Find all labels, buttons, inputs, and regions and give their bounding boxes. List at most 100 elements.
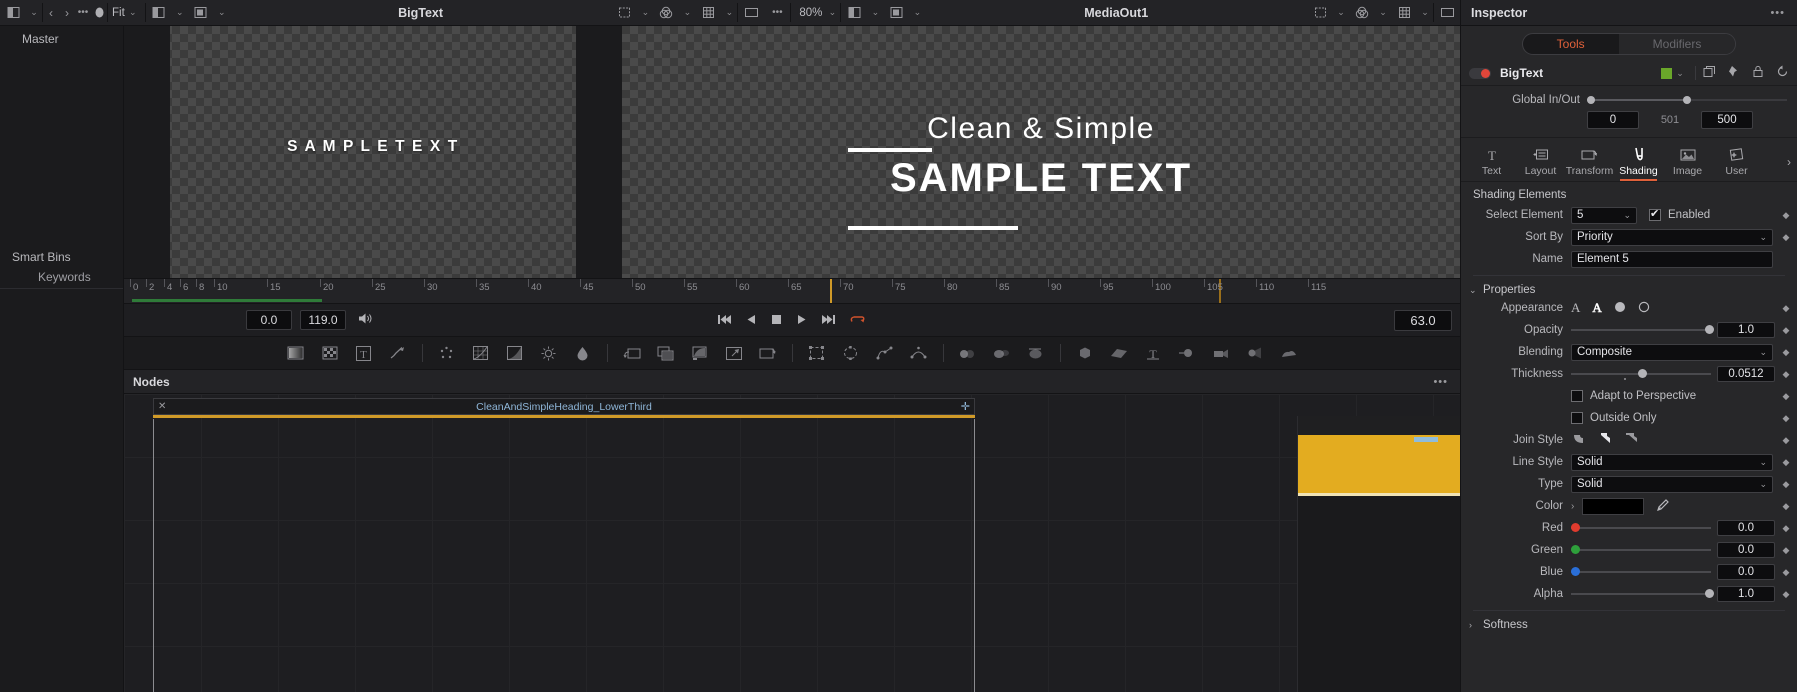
outside-only-checkbox[interactable] xyxy=(1571,412,1583,424)
global-out-handle[interactable] xyxy=(1683,96,1691,104)
alpha-slider[interactable] xyxy=(1571,587,1715,601)
keyframe-diamond-icon[interactable]: ◆ xyxy=(1775,457,1797,468)
merge-3d-icon[interactable] xyxy=(1170,341,1204,365)
chevron-down-icon[interactable]: ⌄ xyxy=(1417,0,1433,25)
sort-by-dropdown[interactable]: Priority ⌄ xyxy=(1571,228,1773,246)
tab-tools[interactable]: Tools xyxy=(1522,34,1619,54)
keyframe-diamond-icon[interactable]: ◆ xyxy=(1775,567,1797,578)
color-swatch[interactable] xyxy=(1582,497,1645,515)
chevron-down-icon[interactable]: ⌄ xyxy=(909,0,925,25)
red-field[interactable]: 0.0 xyxy=(1717,520,1775,536)
thickness-field[interactable]: 0.0512 xyxy=(1717,366,1775,382)
chevron-right-icon[interactable]: › xyxy=(1787,155,1791,169)
keywords-item[interactable]: Keywords xyxy=(0,264,123,284)
chevron-down-icon[interactable]: ⌄ xyxy=(172,0,188,25)
chevron-down-icon[interactable]: ⌄ xyxy=(1375,0,1391,25)
keyframe-diamond-icon[interactable]: ◆ xyxy=(1775,391,1797,402)
matte-control-icon[interactable] xyxy=(683,341,717,365)
split-view-icon[interactable] xyxy=(841,0,867,25)
opacity-field[interactable]: 1.0 xyxy=(1717,322,1775,338)
particle-emitter-icon[interactable] xyxy=(430,341,464,365)
color-gain-icon[interactable] xyxy=(498,341,532,365)
keyframe-diamond-icon[interactable]: ◆ xyxy=(1775,413,1797,424)
keyframe-diamond-icon[interactable]: ◆ xyxy=(1775,347,1797,358)
tool-color-swatch[interactable] xyxy=(1661,67,1672,79)
shape-3d-icon[interactable] xyxy=(1068,341,1102,365)
adapt-to-perspective-checkbox[interactable] xyxy=(1571,390,1583,402)
ellipsis-icon[interactable]: ••• xyxy=(75,0,91,25)
roi-icon[interactable] xyxy=(611,0,637,25)
media-pool-master[interactable]: Master xyxy=(0,26,123,46)
fit-group[interactable]: Fit ⌄ xyxy=(108,0,145,25)
circle-icon[interactable] xyxy=(91,0,107,25)
camera-3d-icon[interactable] xyxy=(1204,341,1238,365)
node-group-header[interactable]: ✕ CleanAndSimpleHeading_LowerThird ✛ xyxy=(153,398,975,415)
inspector-options-icon[interactable]: ••• xyxy=(1770,7,1797,19)
spot-light-icon[interactable] xyxy=(1238,341,1272,365)
viewer-lut-icon[interactable] xyxy=(188,0,214,25)
chevron-down-icon[interactable]: ⌄ xyxy=(125,0,141,25)
keyframe-diamond-icon[interactable]: ◆ xyxy=(1775,479,1797,490)
chevron-down-icon[interactable]: ⌄ xyxy=(1672,66,1688,80)
paint-icon[interactable] xyxy=(381,341,415,365)
chevron-down-icon[interactable]: ⌄ xyxy=(867,0,883,25)
chevron-down-icon[interactable]: ⌄ xyxy=(214,0,230,25)
out-point-field[interactable]: 119.0 xyxy=(300,310,346,330)
tab-layout[interactable]: Layout xyxy=(1516,145,1565,181)
keyframe-diamond-icon[interactable]: ◆ xyxy=(1775,232,1797,243)
keyframe-diamond-icon[interactable]: ◆ xyxy=(1775,325,1797,336)
A-solid-icon[interactable]: A xyxy=(1571,300,1580,316)
join-miter-icon[interactable] xyxy=(1598,432,1613,448)
keyframe-diamond-icon[interactable]: ◆ xyxy=(1775,303,1797,314)
ellipse-mask-icon[interactable] xyxy=(834,341,868,365)
step-back-icon[interactable] xyxy=(746,313,757,328)
keyframe-diamond-icon[interactable]: ◆ xyxy=(1775,210,1797,221)
viewer-b[interactable]: Clean & Simple SAMPLE TEXT xyxy=(622,26,1460,278)
select-element-dropdown[interactable]: 5 ⌄ xyxy=(1571,206,1637,224)
close-icon[interactable]: ✕ xyxy=(158,401,166,412)
tab-shading[interactable]: Shading xyxy=(1614,145,1663,181)
fastnoise-icon[interactable] xyxy=(313,341,347,365)
node-graph[interactable]: ✕ CleanAndSimpleHeading_LowerThird ✛ xyxy=(124,394,1460,692)
roi-icon[interactable] xyxy=(1307,0,1333,25)
line-style-dropdown[interactable]: Solid ⌄ xyxy=(1571,453,1773,471)
hollow-circle-icon[interactable] xyxy=(1638,301,1650,316)
merge-icon[interactable] xyxy=(615,341,649,365)
alpha-field[interactable]: 1.0 xyxy=(1717,586,1775,602)
green-slider[interactable] xyxy=(1571,543,1711,557)
brightness-contrast-icon[interactable] xyxy=(532,341,566,365)
loop-icon[interactable] xyxy=(849,312,866,328)
viewer-a[interactable]: S A M P L E T E X T xyxy=(124,26,622,278)
properties-section-header[interactable]: ⌄ Properties xyxy=(1461,282,1797,298)
chevron-down-icon[interactable]: ⌄ xyxy=(637,0,653,25)
hue-saturation-icon[interactable] xyxy=(566,341,600,365)
tab-image[interactable]: Image xyxy=(1663,145,1712,181)
keyframe-diamond-icon[interactable]: ◆ xyxy=(1775,369,1797,380)
back-arrow-icon[interactable]: ‹ xyxy=(43,0,59,25)
speaker-icon[interactable] xyxy=(358,312,374,328)
bspline-mask-icon[interactable] xyxy=(902,341,936,365)
thickness-slider[interactable] xyxy=(1571,367,1711,381)
zoom-group[interactable]: 80% ⌄ xyxy=(791,0,840,25)
node-group[interactable]: ✕ CleanAndSimpleHeading_LowerThird ✛ xyxy=(153,398,975,692)
blur-icon[interactable] xyxy=(951,341,985,365)
softness-section-header[interactable]: › Softness xyxy=(1461,617,1797,633)
tab-transform[interactable]: Transform xyxy=(1565,145,1614,181)
forward-arrow-icon[interactable]: › xyxy=(59,0,75,25)
timeline-ruler[interactable]: 0 2 4 6 8 10 15 20 25 30 35 40 45 50 55 60 65 70 75 80 85 90 9… xyxy=(124,278,1460,304)
chevron-down-icon[interactable]: ⌄ xyxy=(721,0,737,25)
fullscreen-icon[interactable] xyxy=(1434,0,1460,25)
join-bevel-icon[interactable] xyxy=(1625,432,1640,448)
blue-field[interactable]: 0.0 xyxy=(1717,564,1775,580)
viewer-lut-icon[interactable] xyxy=(883,0,909,25)
A-outline-icon[interactable]: A xyxy=(1592,300,1602,316)
global-inout-slider[interactable] xyxy=(1587,94,1787,106)
keyframe-diamond-icon[interactable]: ◆ xyxy=(1775,523,1797,534)
current-frame-field[interactable]: 63.0 xyxy=(1394,309,1452,331)
global-in-field[interactable]: 0 xyxy=(1587,111,1639,129)
viewer-options-icon[interactable]: ••• xyxy=(764,0,790,25)
color-channels-icon[interactable] xyxy=(1349,0,1375,25)
play-icon[interactable] xyxy=(796,313,807,328)
red-slider[interactable] xyxy=(1571,521,1711,535)
eyedropper-icon[interactable] xyxy=(1656,498,1670,515)
